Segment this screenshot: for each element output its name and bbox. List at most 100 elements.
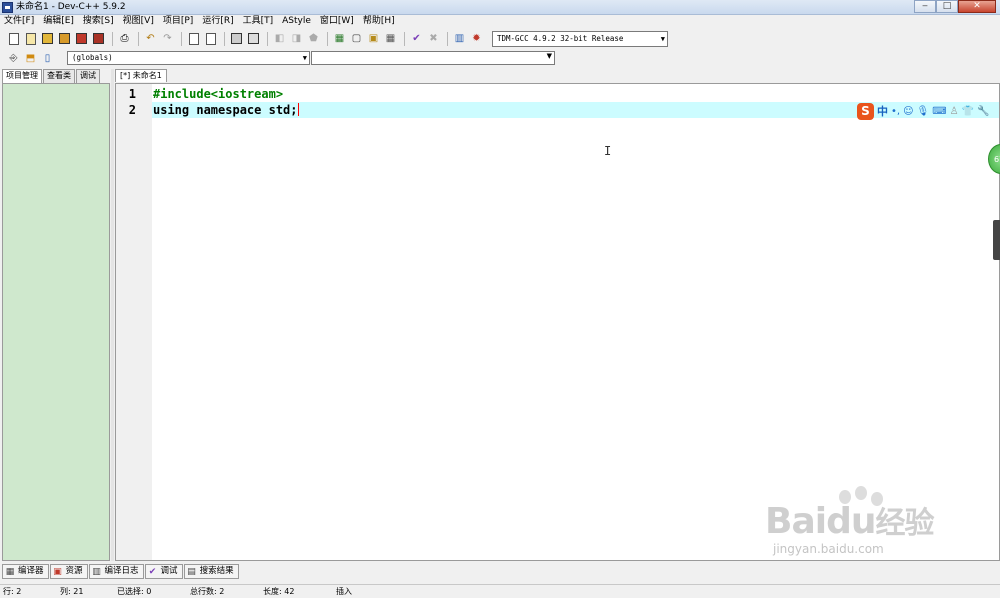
line-number-gutter <box>116 84 152 560</box>
close-all-icon[interactable] <box>91 31 106 46</box>
wrench-icon[interactable]: 🔧 <box>977 106 989 117</box>
status-insert-mode: 插入 <box>336 587 352 596</box>
maximize-button[interactable]: □ <box>936 0 958 13</box>
debug-icon[interactable]: ✹ <box>469 31 484 46</box>
ime-toolbar: S 中 •, ☺ 🎙 ⌨ ♙ 👕 🔧 <box>857 102 993 120</box>
tab-untitled-1[interactable]: [*] 未命名1 <box>115 69 167 82</box>
menu-project[interactable]: 项目[P] <box>163 15 198 28</box>
menu-run[interactable]: 运行[R] <box>202 15 238 28</box>
new-project-icon[interactable]: ▦ <box>332 31 347 46</box>
replace-icon[interactable] <box>203 31 218 46</box>
save-icon[interactable] <box>40 31 55 46</box>
tab-debug[interactable]: 调试 <box>76 69 100 83</box>
resources-icon: ▣ <box>53 566 62 577</box>
chevron-down-icon: ▼ <box>660 34 665 43</box>
tab-search-results[interactable]: ▤ 搜索结果 <box>183 564 239 579</box>
ime-punctuation[interactable]: •, <box>891 106 900 117</box>
menu-help[interactable]: 帮助[H] <box>363 15 400 28</box>
toolbar-divider <box>404 31 405 46</box>
skin-icon[interactable]: 👕 <box>962 106 974 117</box>
toolbar-divider <box>267 31 268 46</box>
tab-compile-log[interactable]: ▥ 编译日志 <box>88 564 144 579</box>
paw-icon <box>839 490 851 504</box>
undo-icon[interactable]: ↶ <box>143 31 158 46</box>
menu-file[interactable]: 文件[F] <box>4 15 39 28</box>
menu-search[interactable]: 搜索[S] <box>83 15 119 28</box>
menu-astyle[interactable]: AStyle <box>282 15 316 28</box>
new-file-icon[interactable] <box>6 31 21 46</box>
baidu-watermark: Baidu经验 jingyan.baidu.com <box>765 486 934 556</box>
status-bar: 行: 2 列: 21 已选择: 0 总行数: 2 长度: 42 插入 <box>0 584 1000 598</box>
paw-icon <box>855 486 867 500</box>
toolbar-divider <box>327 31 328 46</box>
minimize-button[interactable]: ‒ <box>914 0 936 13</box>
unindent-icon[interactable]: ◨ <box>289 31 304 46</box>
status-col-label: 列: <box>60 587 71 596</box>
tab-compiler[interactable]: ▦ 编译器 <box>2 564 49 579</box>
menu-view[interactable]: 视图[V] <box>123 15 159 28</box>
insert-icon[interactable]: ⎆ <box>6 51 21 66</box>
menu-window[interactable]: 窗口[W] <box>320 15 359 28</box>
delete-icon[interactable]: ✖ <box>426 31 441 46</box>
class-browser-icon[interactable]: ▣ <box>366 31 381 46</box>
save-all-icon[interactable] <box>57 31 72 46</box>
menu-tools[interactable]: 工具[T] <box>243 15 279 28</box>
tab-class-view[interactable]: 查看类 <box>43 69 75 83</box>
microphone-icon[interactable]: 🎙 <box>917 106 930 117</box>
status-col: 列: 21 <box>57 585 114 598</box>
indent-icon[interactable]: ◧ <box>272 31 287 46</box>
chart-icon[interactable]: ▥ <box>452 31 467 46</box>
close-file-icon[interactable] <box>74 31 89 46</box>
close-button[interactable]: ✕ <box>958 0 996 13</box>
status-sel-label: 已选择: <box>117 587 144 596</box>
scope-select[interactable]: (globals) ▼ <box>67 51 310 65</box>
tab-project-manager[interactable]: 项目管理 <box>2 69 42 83</box>
title-bar: 未命名1 - Dev-C++ 5.9.2 ‒ □ ✕ <box>0 0 1000 15</box>
side-handle[interactable] <box>993 220 1000 260</box>
find-icon[interactable] <box>186 31 201 46</box>
goto-line-icon[interactable] <box>246 31 261 46</box>
left-panel-tabs: 项目管理 查看类 调试 <box>2 69 101 83</box>
main-toolbar: ⎙ ↶ ↷ ◧ ◨ ⬟ ▦ ▢ ▣ ▦ ✔ ✖ ▥ ✹ TDM-GCC 4.9.… <box>0 29 1000 48</box>
status-row-label: 行: <box>3 587 14 596</box>
sogou-logo-icon[interactable]: S <box>857 102 874 120</box>
watermark-brand: Bai <box>765 501 827 542</box>
toolbar-divider <box>112 31 113 46</box>
tab-search-results-label: 搜索结果 <box>199 566 234 576</box>
status-length: 长度: 42 <box>260 585 333 598</box>
keyboard-icon[interactable]: ⌨ <box>932 106 946 117</box>
goto-bookmark-icon[interactable]: ▯ <box>40 51 55 66</box>
project-panel[interactable] <box>2 83 110 561</box>
redo-icon[interactable]: ↷ <box>160 31 175 46</box>
menu-edit[interactable]: 编辑[E] <box>43 15 79 28</box>
tab-resources-label: 资源 <box>65 566 83 576</box>
code-line-text: using namespace std; <box>153 103 298 117</box>
find-next-icon[interactable] <box>229 31 244 46</box>
line-number: 2 <box>128 103 136 117</box>
bookmark-icon[interactable]: ⬟ <box>306 31 321 46</box>
user-icon[interactable]: ♙ <box>950 106 959 117</box>
print-icon[interactable]: ⎙ <box>117 31 132 46</box>
status-col-value: 21 <box>73 587 84 596</box>
status-lines-label: 总行数: <box>190 587 217 596</box>
ime-chinese-mode[interactable]: 中 <box>877 103 888 119</box>
tab-debug-output-label: 调试 <box>160 566 178 576</box>
project-options-icon[interactable]: ▢ <box>349 31 364 46</box>
status-sel-value: 0 <box>146 587 152 596</box>
panel-splitter[interactable] <box>111 69 114 561</box>
tab-debug-output[interactable]: ✔ 调试 <box>144 564 183 579</box>
tab-resources[interactable]: ▣ 资源 <box>49 564 88 579</box>
text-caret <box>297 103 299 116</box>
open-file-icon[interactable] <box>23 31 38 46</box>
status-row-value: 2 <box>16 587 22 596</box>
layout-icon[interactable]: ▦ <box>383 31 398 46</box>
line-number: 1 <box>128 87 136 101</box>
code-line: #include<iostream> <box>153 87 284 101</box>
check-syntax-icon[interactable]: ✔ <box>409 31 424 46</box>
members-select[interactable]: ▼ <box>311 51 555 65</box>
secondary-toolbar: ⎆ ⬒ ▯ (globals) ▼ ▼ <box>0 49 1000 67</box>
emoji-icon[interactable]: ☺ <box>903 106 913 117</box>
toggle-bookmark-icon[interactable]: ⬒ <box>23 51 38 66</box>
compiler-select[interactable]: TDM-GCC 4.9.2 32-bit Release ▼ <box>492 30 668 47</box>
tab-compile-log-label: 编译日志 <box>104 566 139 576</box>
